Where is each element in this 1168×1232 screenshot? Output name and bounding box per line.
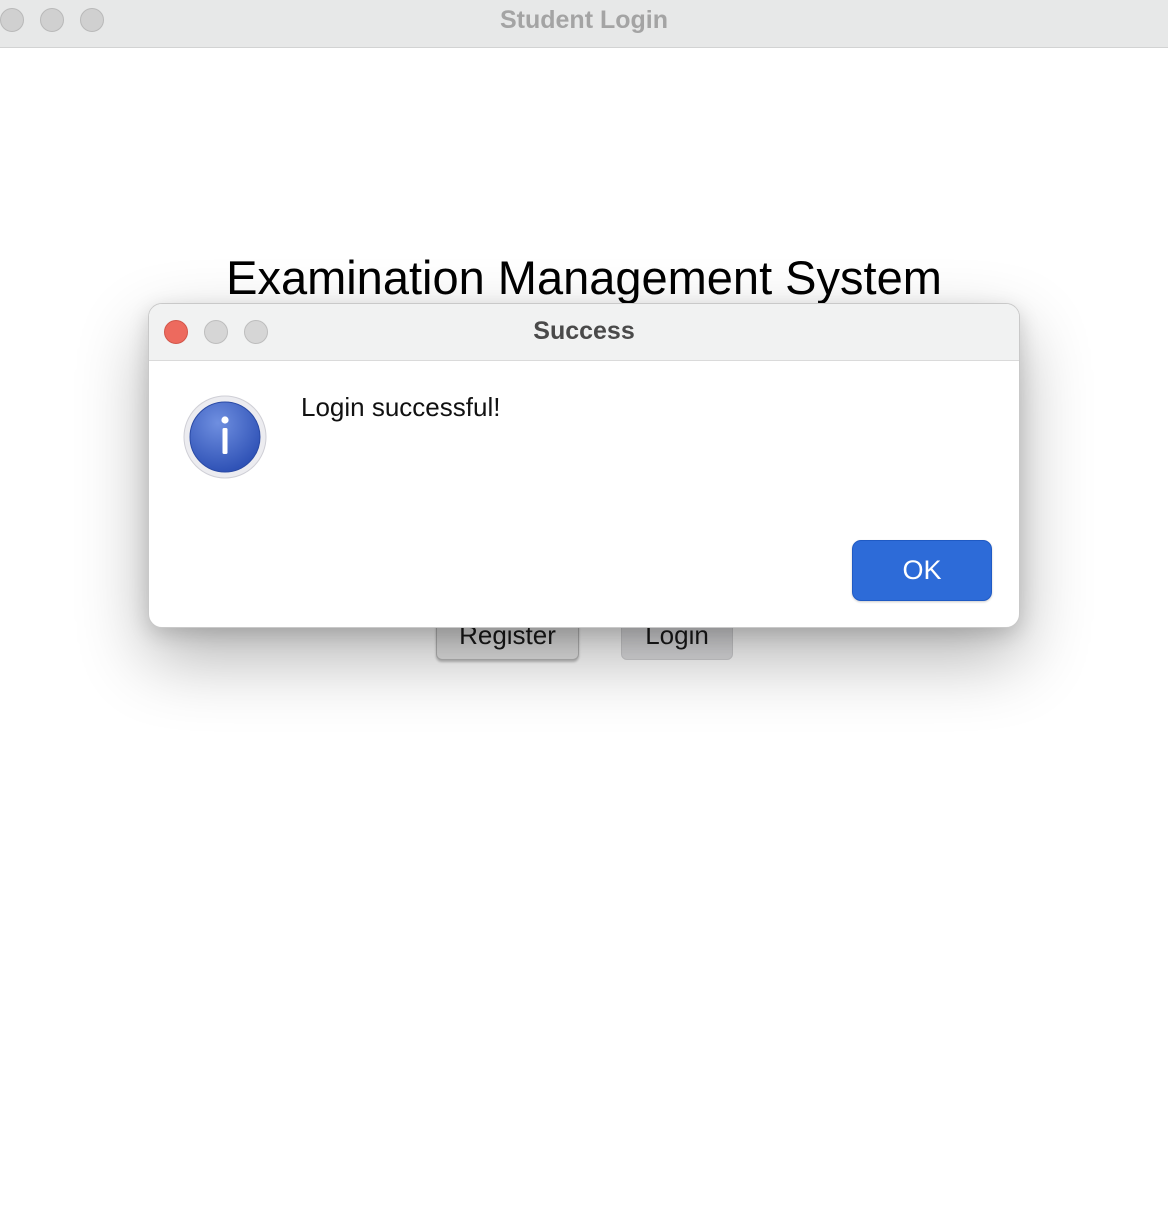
- dialog-titlebar[interactable]: Success: [149, 304, 1019, 361]
- info-icon: [183, 395, 267, 479]
- window-title: Student Login: [499, 6, 669, 34]
- dialog-title: Success: [533, 317, 635, 345]
- student-login-window: Student Login Examination Management Sys…: [0, 0, 1168, 1232]
- app-heading: Examination Management System: [226, 251, 942, 304]
- success-dialog: Success Login successful! OK: [148, 303, 1020, 628]
- dialog-message: Login successful!: [301, 392, 501, 422]
- window-titlebar[interactable]: Student Login: [0, 0, 1168, 48]
- ok-button[interactable]: OK: [852, 540, 992, 601]
